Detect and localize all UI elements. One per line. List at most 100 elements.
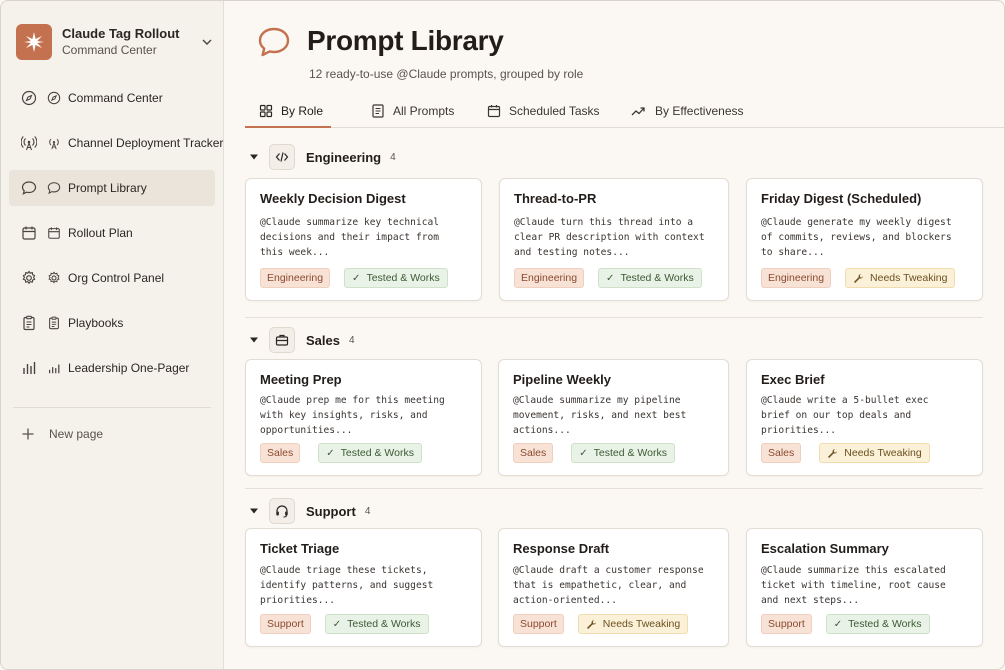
prompt-card-pipeline-weekly[interactable]: Pipeline Weekly @Claude summarize my pip… [498,359,729,476]
section-title: Sales [306,332,340,348]
status-label: Needs Tweaking [602,618,681,630]
sidebar-item-label: Playbooks [68,316,124,330]
calendar-icon [22,226,36,240]
section-divider [245,317,983,318]
prompt-card-escalation-summary[interactable]: Escalation Summary @Claude summarize thi… [746,528,983,647]
tab-by-role[interactable]: By Role [259,93,323,128]
card-prompt-text: @Claude triage these tickets, identify p… [260,565,434,606]
prompt-card-friday-digest[interactable]: Friday Digest (Scheduled) @Claude genera… [746,178,983,301]
section-count: 4 [390,151,396,163]
card-prompt-text: @Claude summarize this escalated ticket … [761,565,946,606]
check-icon: ✓ [579,447,588,459]
wrench-icon [828,448,838,458]
check-icon: ✓ [332,618,342,630]
section-header-support[interactable]: Support 4 [249,498,370,524]
grid-icon [259,104,273,117]
code-icon [269,144,295,170]
tab-label: Scheduled Tasks [509,103,600,118]
status-label: Tested & Works [593,447,667,459]
clipboard-icon [49,316,59,330]
sidebar-item-label: Org Control Panel [68,271,165,285]
new-page-button[interactable]: New page [21,423,103,445]
status-badge: Needs Tweaking [577,614,689,634]
caret-down-icon[interactable] [249,335,259,345]
card-title: Response Draft [513,541,610,556]
workspace-subtitle: Command Center [62,43,157,57]
gear-icon [48,271,60,284]
status-label: Tested & Works [366,272,440,284]
role-tag: Engineering [761,268,832,288]
status-label: Tested & Works [347,618,421,630]
section-count: 4 [364,505,371,517]
prompt-card-thread-to-pr[interactable]: Thread-to-PR @Claude turn this thread in… [499,178,729,301]
sidebar-item-label: Channel Deployment Tracker [68,136,224,150]
check-icon: ✓ [606,272,615,284]
calendar-icon [487,104,501,117]
prompt-card-ticket-triage[interactable]: Ticket Triage @Claude triage these ticke… [245,528,482,647]
card-title: Pipeline Weekly [513,372,612,387]
section-header-engineering[interactable]: Engineering 4 [249,144,396,170]
gear-icon [22,270,36,285]
wrench-icon [586,619,596,629]
card-title: Weekly Decision Digest [260,191,406,206]
sidebar-item-leadership-one-pager[interactable]: Leadership One-Pager [9,350,215,386]
sidebar-nav: Command Center Channel Deployment Tracke… [9,80,223,395]
role-tag: Support [513,614,564,634]
role-tag: Support [761,614,812,634]
sidebar-item-label: Command Center [68,91,163,105]
card-title: Meeting Prep [260,372,342,387]
sidebar-item-channel-deployment-tracker[interactable]: Channel Deployment Tracker [9,125,223,161]
bar-chart-icon [49,364,60,374]
status-badge: Needs Tweaking [845,268,956,288]
workspace-logo-icon [16,24,52,60]
sidebar-divider [13,407,211,408]
active-tab-indicator [245,126,331,128]
tab-scheduled-tasks[interactable]: Scheduled Tasks [487,93,600,128]
prompt-card-meeting-prep[interactable]: Meeting Prep @Claude prep me for this me… [245,359,482,476]
card-prompt-text: @Claude draft a customer response that i… [513,565,704,606]
wrench-icon [854,273,864,283]
sidebar-item-rollout-plan[interactable]: Rollout Plan [9,215,215,251]
status-badge: ✓ Tested & Works [318,443,422,463]
section-title: Engineering [306,149,382,165]
card-prompt-text: @Claude summarize my pipeline movement, … [513,395,687,436]
workspace-switcher[interactable]: Claude Tag Rollout Command Center [16,23,216,61]
calendar-icon [48,227,60,239]
card-title: Friday Digest (Scheduled) [761,191,922,206]
compass-icon [47,91,61,105]
compass-icon [21,90,37,106]
status-label: Needs Tweaking [870,272,948,284]
sidebar-item-label: Rollout Plan [68,226,133,240]
role-tag: Sales [761,443,802,463]
card-title: Ticket Triage [260,541,340,556]
chat-bubble-icon [258,27,290,57]
page-subtitle: 12 ready-to-use @Claude prompts, grouped… [309,67,584,81]
prompt-card-response-draft[interactable]: Response Draft @Claude draft a customer … [498,528,729,647]
check-icon: ✓ [352,272,361,284]
check-icon: ✓ [833,618,843,630]
sidebar-item-playbooks[interactable]: Playbooks [9,305,215,341]
view-tabs: By Role All Prompts Scheduled Tasks By E… [245,93,1004,128]
card-title: Thread-to-PR [514,191,597,206]
tab-label: All Prompts [393,103,455,118]
status-badge: ✓ Tested & Works [324,614,429,634]
prompt-card-exec-brief[interactable]: Exec Brief @Claude write a 5-bullet exec… [746,359,983,476]
chevron-down-icon[interactable] [200,35,214,49]
caret-down-icon[interactable] [249,152,259,162]
broadcast-icon [21,136,37,151]
briefcase-icon [269,327,295,353]
card-title: Exec Brief [761,372,825,387]
sidebar-item-command-center[interactable]: Command Center [9,80,215,116]
sidebar-item-label: Leadership One-Pager [68,361,190,375]
status-badge: ✓ Tested & Works [571,443,675,463]
section-header-sales[interactable]: Sales 4 [249,327,355,353]
tab-label: By Role [281,103,324,118]
caret-down-icon[interactable] [249,506,259,516]
tab-all-prompts[interactable]: All Prompts [371,93,454,128]
prompt-card-weekly-decision-digest[interactable]: Weekly Decision Digest @Claude summarize… [245,178,482,301]
sidebar-item-prompt-library[interactable]: Prompt Library [9,170,215,206]
card-prompt-text: @Claude turn this thread into a clear PR… [514,217,705,258]
tab-by-effectiveness[interactable]: By Effectiveness [631,93,744,128]
sidebar-item-org-control-panel[interactable]: Org Control Panel [9,260,215,296]
status-badge: Needs Tweaking [819,443,930,463]
